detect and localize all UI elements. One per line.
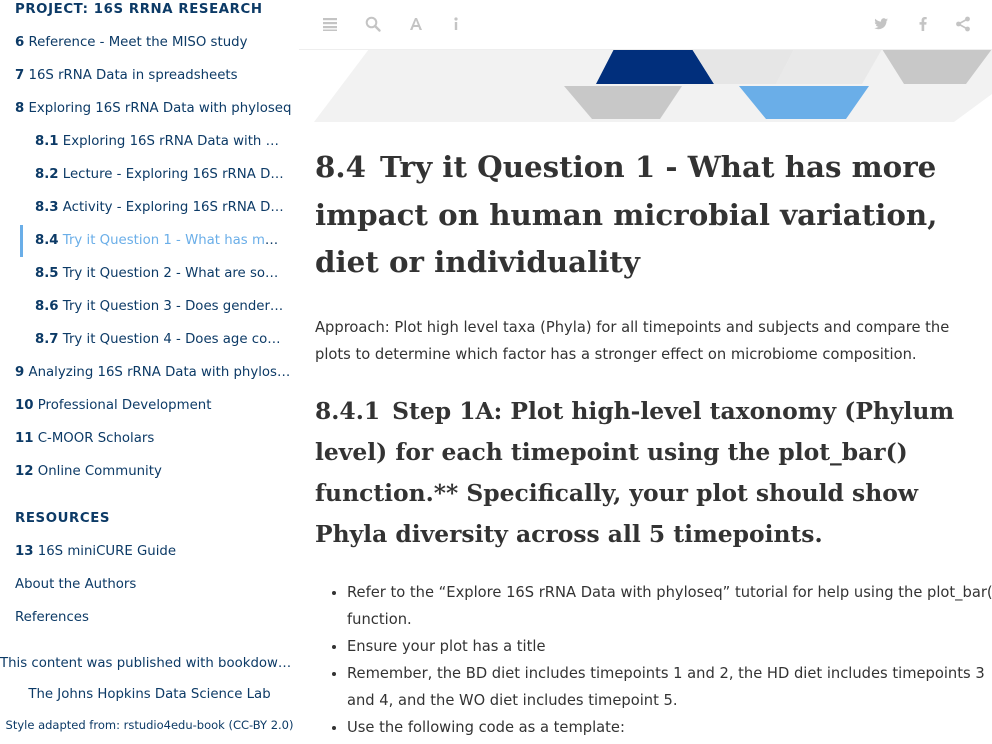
chapter-label: Online Community <box>37 464 162 479</box>
list-item: Refer to the “Explore 16S rRNA Data with… <box>347 579 992 633</box>
instructions-list: Refer to the “Explore 16S rRNA Data with… <box>315 579 992 741</box>
chapter-number: 6 <box>15 35 25 50</box>
section-label: Try it Question 2 - What are some of the… <box>62 266 285 281</box>
chapter-label: Analyzing 16S rRNA Data with phyloseq <box>28 365 294 380</box>
subsection-title: Step 1A: Plot high-level taxonomy (Phylu… <box>315 397 955 548</box>
section-number: 8.4 <box>35 233 59 248</box>
chapter-number: 8 <box>15 101 25 116</box>
section-title: Try it Question 1 - What has more impact… <box>315 149 938 279</box>
section-label: Try it Question 3 - Does gender contribu… <box>62 299 285 314</box>
active-item-indicator <box>20 225 23 257</box>
sidebar-item-section-8-4-active[interactable]: 8.4 Try it Question 1 - What has more im… <box>35 230 285 252</box>
chapter-label: Reference - Meet the MISO study <box>28 35 248 50</box>
chapter-number: 12 <box>15 464 34 479</box>
section-number: 8.3 <box>35 200 59 215</box>
list-item: Use the following code as a template: <box>347 714 992 741</box>
section-label: Try it Question 4 - Does age contribute <box>62 332 285 347</box>
chapter-number: 9 <box>15 365 25 380</box>
sidebar-toggle-icon[interactable] <box>321 15 339 33</box>
sidebar-item-section-8-2[interactable]: 8.2 Lecture - Exploring 16S rRNA Data wi… <box>35 164 285 186</box>
sidebar-item-chapter-11[interactable]: 11 C-MOOR Scholars <box>15 428 293 450</box>
sidebar-item-references[interactable]: References <box>15 607 293 629</box>
section-label: Lecture - Exploring 16S rRNA Data with p… <box>62 167 285 182</box>
font-settings-icon[interactable] <box>407 15 425 33</box>
chapter-number: 10 <box>15 398 34 413</box>
sidebar-resources-heading: RESOURCES <box>15 511 111 526</box>
section-number: 8.2 <box>35 167 59 182</box>
chapter-label: 16S miniCURE Guide <box>37 544 177 559</box>
sidebar-item-chapter-13[interactable]: 13 16S miniCURE Guide <box>15 541 293 563</box>
section-number: 8.7 <box>35 332 59 347</box>
sidebar-item-chapter-9[interactable]: 9 Analyzing 16S rRNA Data with phyloseq <box>15 362 293 384</box>
chapter-number: 13 <box>15 544 34 559</box>
chapter-number: 7 <box>15 68 25 83</box>
sidebar-item-section-8-7[interactable]: 8.7 Try it Question 4 - Does age contrib… <box>35 329 285 351</box>
sidebar-item-section-8-5[interactable]: 8.5 Try it Question 2 - What are some of… <box>35 263 285 285</box>
section-heading: 8.4 Try it Question 1 - What has more imp… <box>315 143 955 286</box>
sidebar-item-section-8-3[interactable]: 8.3 Activity - Exploring 16S rRNA Data w… <box>35 197 285 219</box>
list-item: Ensure your plot has a title <box>347 633 992 660</box>
chapter-number: 11 <box>15 431 34 446</box>
sidebar-item-chapter-8[interactable]: 8 Exploring 16S rRNA Data with phyloseq <box>15 98 293 120</box>
sidebar-item-chapter-7[interactable]: 7 16S rRNA Data in spreadsheets <box>15 65 293 87</box>
sidebar-item-chapter-6[interactable]: 6 Reference - Meet the MISO study <box>15 32 293 54</box>
info-icon[interactable] <box>447 15 465 33</box>
facebook-icon[interactable] <box>914 15 932 33</box>
chapter-label: C-MOOR Scholars <box>37 431 155 446</box>
subsection-heading: 8.4.1 Step 1A: Plot high-level taxonomy (… <box>315 391 955 555</box>
style-credit-link[interactable]: Style adapted from: rstudio4edu-book (CC… <box>0 714 299 736</box>
share-icon[interactable] <box>954 15 972 33</box>
chapter-label: Exploring 16S rRNA Data with phyloseq <box>28 101 292 116</box>
lab-link[interactable]: The Johns Hopkins Data Science Lab <box>0 684 299 706</box>
chapter-label: Professional Development <box>37 398 212 413</box>
section-number: 8.1 <box>35 134 59 149</box>
list-item: Remember, the BD diet includes timepoint… <box>347 660 992 714</box>
sidebar-item-about-authors[interactable]: About the Authors <box>15 574 293 596</box>
header-banner-image <box>314 49 992 124</box>
sidebar: PROJECT: 16S RRNA RESEARCH 6 Reference -… <box>0 0 299 744</box>
section-number: 8.6 <box>35 299 59 314</box>
section-label: Activity - Exploring 16S rRNA Data with … <box>62 200 285 215</box>
sidebar-item-section-8-6[interactable]: 8.6 Try it Question 3 - Does gender cont… <box>35 296 285 318</box>
sidebar-item-section-8-1[interactable]: 8.1 Exploring 16S rRNA Data with phylose… <box>35 131 285 153</box>
approach-paragraph: Approach: Plot high level taxa (Phyla) f… <box>315 319 950 363</box>
chapter-label: 16S rRNA Data in spreadsheets <box>28 68 238 83</box>
sidebar-project-heading: PROJECT: 16S RRNA RESEARCH <box>15 2 263 17</box>
subsection-number: 8.4.1 <box>315 397 381 425</box>
search-icon[interactable] <box>364 15 382 33</box>
section-number: 8.4 <box>315 149 366 184</box>
sidebar-item-chapter-12[interactable]: 12 Online Community <box>15 461 293 483</box>
published-with-text: This content was published with bookdown… <box>0 656 299 671</box>
section-label: Exploring 16S rRNA Data with phyloseq <box>62 134 285 149</box>
book-toolbar <box>299 0 992 50</box>
section-label: Try it Question 1 - What has more impact… <box>62 233 285 248</box>
section-number: 8.5 <box>35 266 59 281</box>
sidebar-item-chapter-10[interactable]: 10 Professional Development <box>15 395 293 417</box>
twitter-icon[interactable] <box>872 15 890 33</box>
